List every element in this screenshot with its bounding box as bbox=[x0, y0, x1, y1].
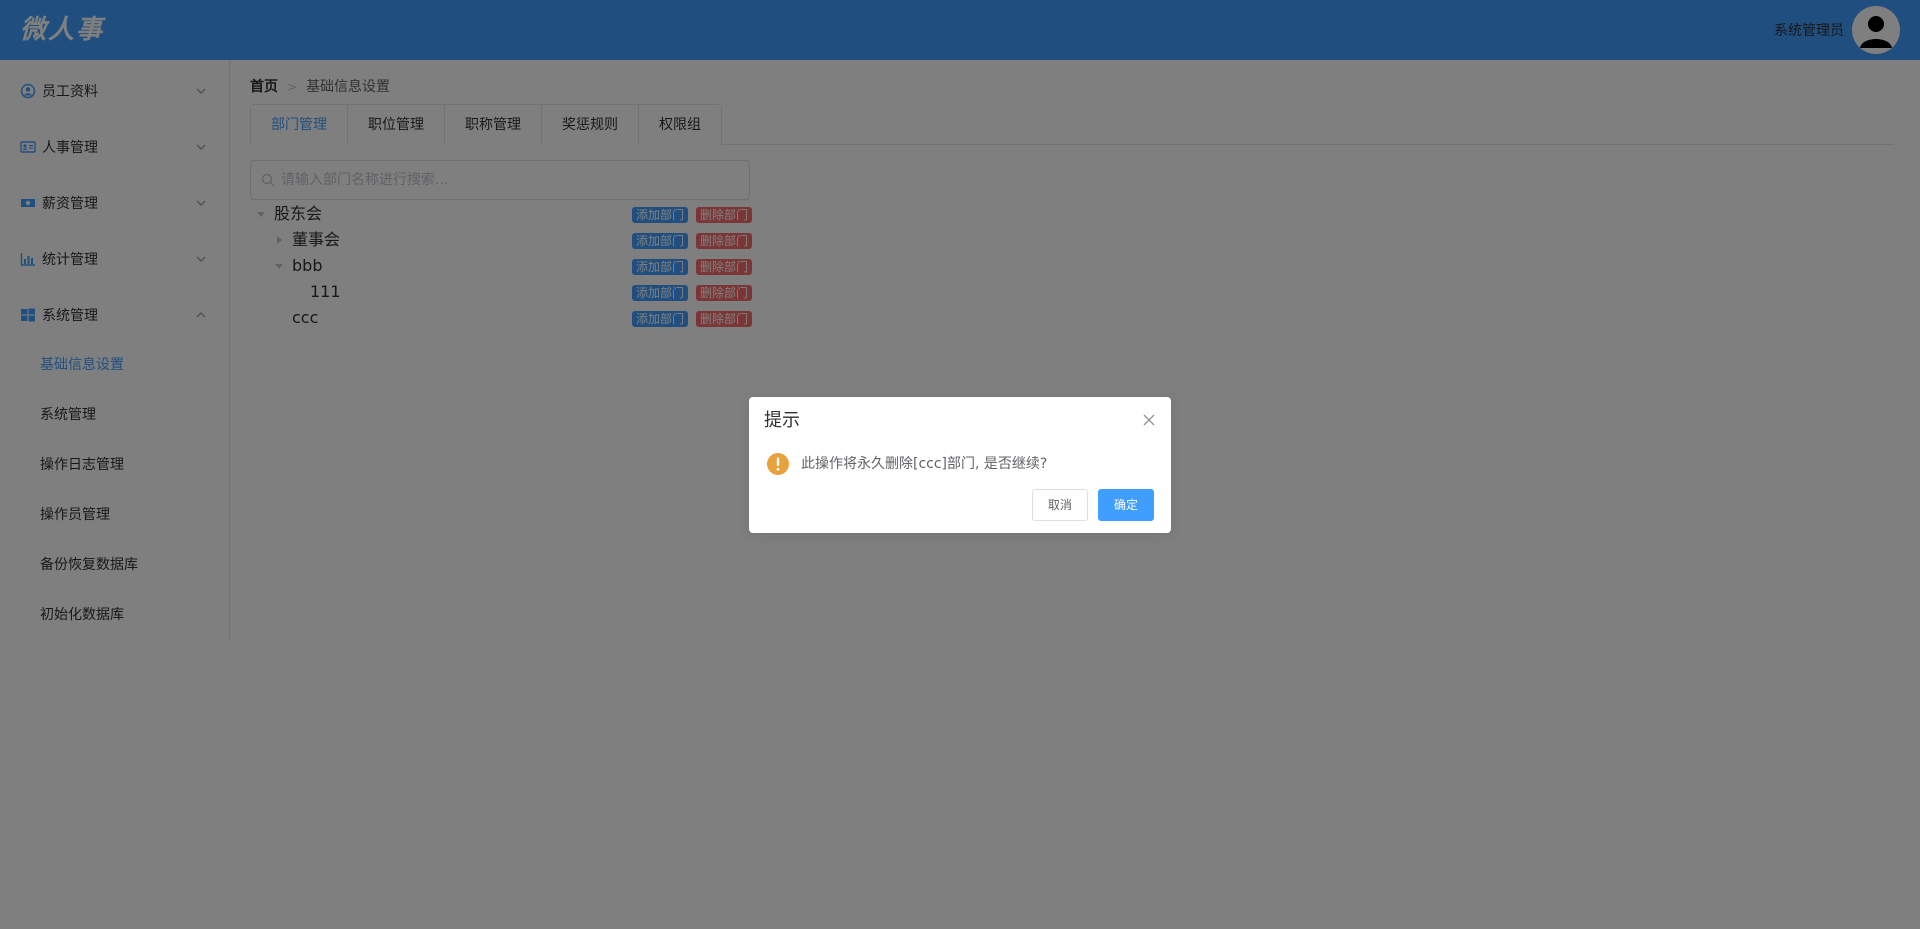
confirm-dialog: 提示 此操作将永久删除[ccc]部门, 是否继续? 取消 确定 bbox=[749, 397, 1171, 533]
close-icon[interactable] bbox=[1143, 414, 1155, 426]
dialog-title: 提示 bbox=[764, 410, 800, 431]
warning-icon bbox=[767, 453, 789, 475]
cancel-button[interactable]: 取消 bbox=[1032, 489, 1088, 521]
confirm-button[interactable]: 确定 bbox=[1098, 489, 1154, 521]
dialog-message: 此操作将永久删除[ccc]部门, 是否继续? bbox=[801, 456, 1048, 472]
